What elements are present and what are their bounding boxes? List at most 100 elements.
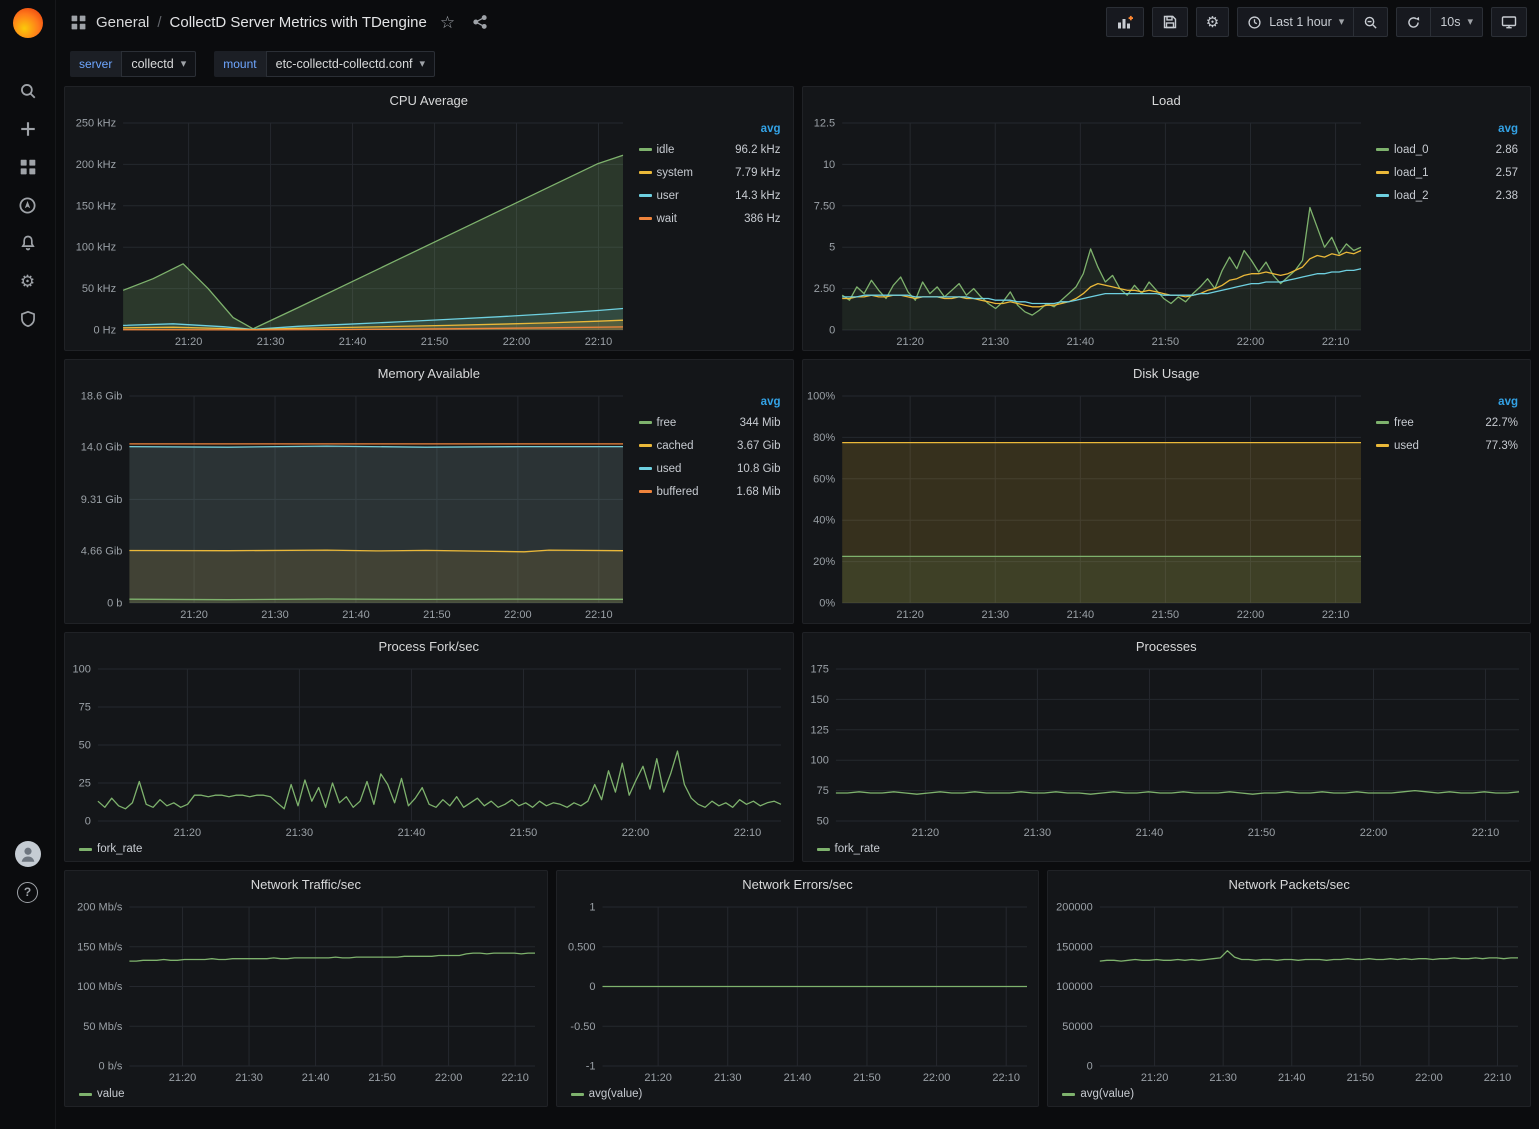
server-admin-button[interactable] — [8, 300, 48, 338]
panel-body: 05000010000015000020000021:2021:3021:402… — [1048, 897, 1530, 1086]
panel-legend: avg(value) — [557, 1086, 1039, 1106]
legend-value: 10.8 Gib — [737, 463, 780, 475]
save-dashboard-button[interactable] — [1152, 7, 1188, 37]
grafana-logo[interactable] — [13, 8, 43, 38]
panel-header[interactable]: Process Fork/sec — [65, 633, 793, 659]
chart-area[interactable]: 02.5057.501012.521:2021:3021:4021:5022:0… — [803, 113, 1373, 350]
legend-item-user[interactable]: user14.3 kHz — [639, 184, 781, 207]
search-button[interactable] — [8, 72, 48, 110]
legend-label: load_0 — [1394, 144, 1429, 156]
legend-item-free[interactable]: free344 Mib — [639, 411, 781, 434]
breadcrumb-separator: / — [157, 14, 161, 31]
refresh-icon — [1406, 15, 1421, 30]
svg-text:150: 150 — [810, 694, 828, 706]
chart-area[interactable]: -1-0.5000.500121:2021:3021:4021:5022:002… — [557, 897, 1039, 1086]
time-range-picker[interactable]: Last 1 hour ▾ — [1237, 7, 1353, 37]
panel-title: Network Packets/sec — [1228, 877, 1349, 892]
create-button[interactable] — [8, 110, 48, 148]
share-icon[interactable] — [468, 11, 492, 33]
svg-text:21:40: 21:40 — [339, 336, 367, 348]
legend-item-cached[interactable]: cached3.67 Gib — [639, 434, 781, 457]
panel-header[interactable]: Disk Usage — [803, 360, 1531, 386]
breadcrumb-section[interactable]: General — [96, 14, 149, 31]
legend-label: avg(value) — [589, 1088, 643, 1100]
chart-svg: 02.5057.501012.521:2021:3021:4021:5022:0… — [803, 113, 1373, 350]
legend-item-used[interactable]: used77.3% — [1376, 434, 1518, 457]
refresh-button[interactable] — [1396, 7, 1430, 37]
dashboard-title[interactable]: CollectD Server Metrics with TDengine — [170, 14, 427, 31]
legend-item-wait[interactable]: wait386 Hz — [639, 207, 781, 230]
refresh-interval-dropdown[interactable]: 10s ▾ — [1430, 7, 1483, 37]
legend-avg-header: avg — [639, 396, 781, 408]
panel-header[interactable]: Processes — [803, 633, 1531, 659]
chart-area[interactable]: 507510012515017521:2021:3021:4021:5022:0… — [803, 659, 1531, 841]
legend-swatch — [1376, 194, 1389, 197]
legend-item-fork-rate[interactable]: fork_rate — [817, 843, 880, 855]
legend-item-system[interactable]: system7.79 kHz — [639, 161, 781, 184]
svg-text:50 Mb/s: 50 Mb/s — [83, 1021, 123, 1033]
legend-item-used[interactable]: used 10.8 Gib — [639, 457, 781, 480]
add-panel-button[interactable] — [1106, 7, 1144, 37]
legend-label: system — [657, 167, 693, 179]
svg-text:22:00: 22:00 — [1416, 1072, 1444, 1084]
svg-text:22:00: 22:00 — [622, 827, 650, 839]
svg-text:21:50: 21:50 — [1347, 1072, 1375, 1084]
legend-label: free — [1394, 417, 1414, 429]
user-profile-button[interactable] — [8, 835, 48, 873]
legend-item-load-0[interactable]: load_02.86 — [1376, 138, 1518, 161]
svg-text:50: 50 — [79, 740, 91, 752]
legend-avg-header: avg — [639, 123, 781, 135]
zoom-out-button[interactable] — [1353, 7, 1388, 37]
svg-text:200000: 200000 — [1056, 902, 1093, 914]
panel-header[interactable]: Load — [803, 87, 1531, 113]
legend-item-value[interactable]: value — [79, 1088, 125, 1100]
explore-button[interactable] — [8, 186, 48, 224]
legend-item-load-1[interactable]: load_12.57 — [1376, 161, 1518, 184]
legend-item-avg-value[interactable]: avg(value) — [1062, 1088, 1134, 1100]
star-icon[interactable]: ☆ — [436, 11, 459, 34]
svg-text:14.0 Gib: 14.0 Gib — [81, 442, 123, 454]
chart-area[interactable]: 0 b4.66 Gib9.31 Gib14.0 Gib18.6 Gib21:20… — [65, 386, 635, 623]
variable-value-dropdown[interactable]: collectd ▾ — [121, 51, 196, 77]
dashboard-grid: CPU Average 0 Hz50 kHz100 kHz150 kHz200 … — [56, 84, 1539, 1129]
add-panel-icon — [1116, 14, 1134, 31]
legend-label: used — [657, 463, 682, 475]
chart-area[interactable]: 0 b/s50 Mb/s100 Mb/s150 Mb/s200 Mb/s21:2… — [65, 897, 547, 1086]
svg-text:21:20: 21:20 — [180, 609, 208, 621]
configuration-button[interactable]: ⚙ — [8, 262, 48, 300]
panel-header[interactable]: Network Errors/sec — [557, 871, 1039, 897]
panel-header[interactable]: Network Packets/sec — [1048, 871, 1530, 897]
panel-legend: avg idle96.2 kHzsystem7.79 kHzuser14.3 kH… — [635, 113, 793, 350]
legend-item-idle[interactable]: idle96.2 kHz — [639, 138, 781, 161]
chart-area[interactable]: 0%20%40%60%80%100%21:2021:3021:4021:5022… — [803, 386, 1373, 623]
legend-item-fork-rate[interactable]: fork_rate — [79, 843, 142, 855]
variable-label: server — [70, 51, 121, 77]
svg-text:25: 25 — [79, 778, 91, 790]
sidebar: ⚙ ? — [0, 0, 56, 1129]
alerting-button[interactable] — [8, 224, 48, 262]
panel-header[interactable]: CPU Average — [65, 87, 793, 113]
variable-value-dropdown[interactable]: etc-collectd-collectd.conf ▾ — [266, 51, 435, 77]
chart-area[interactable]: 025507510021:2021:3021:4021:5022:0022:10 — [65, 659, 793, 841]
legend-item-load-2[interactable]: load_22.38 — [1376, 184, 1518, 207]
dashboard-settings-button[interactable]: ⚙ — [1196, 7, 1229, 37]
svg-text:21:40: 21:40 — [1066, 609, 1094, 621]
legend-item-avg-value[interactable]: avg(value) — [571, 1088, 643, 1100]
legend-item-free[interactable]: free22.7% — [1376, 411, 1518, 434]
tv-mode-button[interactable] — [1491, 7, 1527, 37]
legend-item-buffered[interactable]: buffered1.68 Mib — [639, 480, 781, 503]
panel-legend: avgload_02.86load_12.57load_22.38 — [1372, 113, 1530, 350]
svg-text:21:40: 21:40 — [783, 1072, 811, 1084]
help-button[interactable]: ? — [8, 873, 48, 911]
panel-legend: avg free344 Mibcached3.67 Gib used 10.8 Gib… — [635, 386, 793, 623]
apps-grid-icon — [70, 14, 87, 31]
panel-header[interactable]: Memory Available — [65, 360, 793, 386]
chart-area[interactable]: 0 Hz50 kHz100 kHz150 kHz200 kHz250 kHz21… — [65, 113, 635, 350]
dashboards-button[interactable] — [8, 148, 48, 186]
panel-header[interactable]: Network Traffic/sec — [65, 871, 547, 897]
chart-svg: -1-0.5000.500121:2021:3021:4021:5022:002… — [557, 897, 1039, 1086]
panel-title: Network Errors/sec — [742, 877, 853, 892]
legend-value: 1.68 Mib — [736, 486, 780, 498]
chart-area[interactable]: 05000010000015000020000021:2021:3021:402… — [1048, 897, 1530, 1086]
svg-text:21:30: 21:30 — [981, 336, 1009, 348]
